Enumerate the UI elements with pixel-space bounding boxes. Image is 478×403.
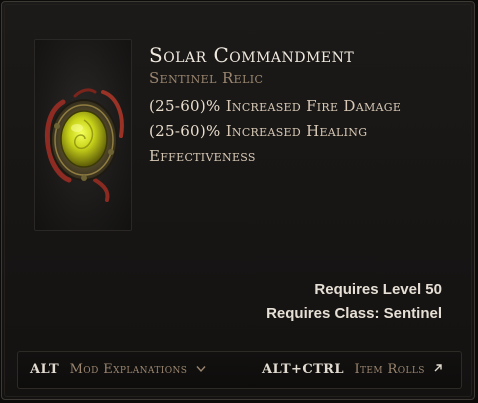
affix-text: Increased Fire Damage [225,97,402,115]
alt-key-label: ALT [30,362,60,377]
alt-ctrl-key-label: ALT+CTRL [262,362,344,377]
item-type: Sentinel Relic [149,69,264,87]
tooltip-footer: ALT Mod Explanations ALT+CTRL Item Rolls [17,351,462,389]
item-rolls-hint[interactable]: ALT+CTRL Item Rolls [262,352,443,388]
affix-range: (25-60)% [149,122,221,140]
affix-range: (25-60)% [149,97,221,115]
item-name: Solar Commandment [149,43,355,67]
arrow-up-right-icon [433,352,443,388]
mod-explanations-hint[interactable]: ALT Mod Explanations [30,352,206,388]
item-rolls-label: Item Rolls [354,362,425,377]
mod-explanations-label: Mod Explanations [69,362,188,377]
requirement-class: Requires Class: Sentinel [266,305,442,322]
affix-fire-damage: (25-60)% Increased Fire Damage [149,94,459,119]
affix-healing-effectiveness: (25-60)% Increased Healing Effectiveness [149,119,459,169]
golden-sun-relic-icon [44,88,124,202]
chevron-down-icon [196,352,206,388]
item-image-frame [34,39,132,231]
requirement-level: Requires Level 50 [314,281,442,298]
item-tooltip: Solar Commandment Sentinel Relic (25-60)… [1,1,475,400]
